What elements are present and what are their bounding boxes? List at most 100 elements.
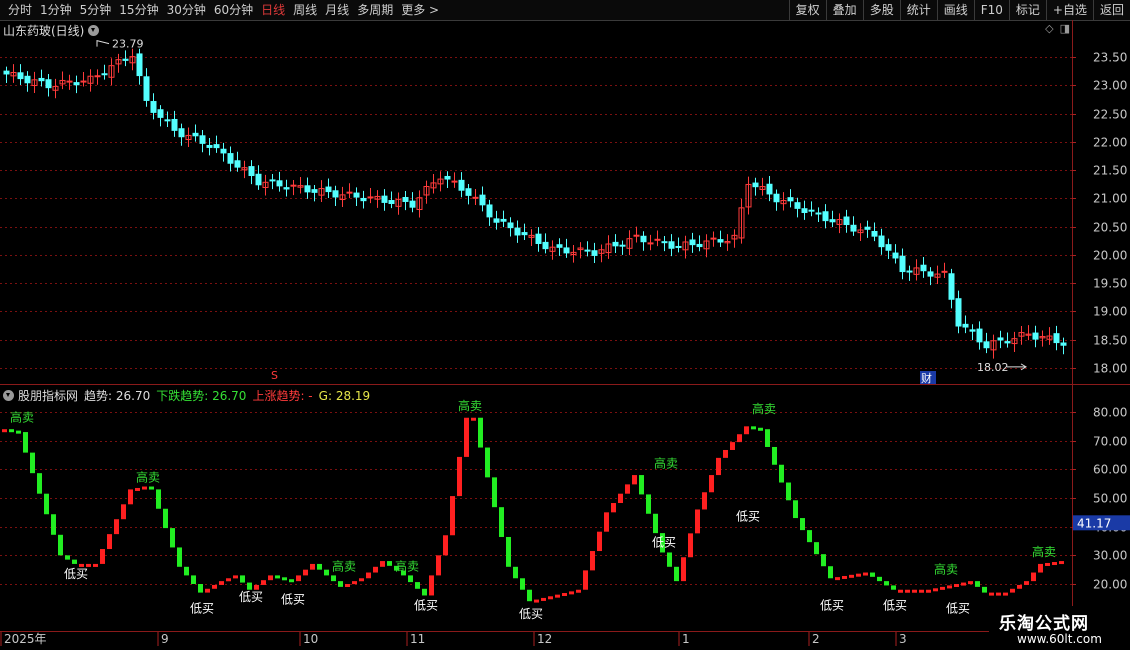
toolbar-button[interactable]: 画线	[936, 0, 974, 20]
candle-body	[1053, 333, 1060, 344]
oscillator-bar	[947, 585, 952, 589]
oscillator-bar	[457, 456, 462, 497]
date-tick-label: 3	[899, 632, 907, 646]
osc-tick-label: 50.00	[1093, 492, 1127, 506]
period-tab[interactable]: 周线	[289, 0, 321, 20]
oscillator-bar	[352, 581, 357, 585]
candle-body	[129, 56, 136, 64]
oscillator-bar	[814, 542, 819, 555]
candle-body	[45, 79, 52, 89]
oscillator-bar	[429, 575, 434, 596]
period-tab[interactable]: 更多 >	[397, 0, 443, 20]
osc-tick-label: 30.00	[1093, 549, 1127, 563]
period-tab[interactable]: 30分钟	[163, 0, 210, 20]
axes: 23.50 23.00 22.50 22.00 21.50 21.00 20.50 20.00…	[0, 20, 1130, 646]
toolbar-button[interactable]: 叠加	[825, 0, 863, 20]
price-tick-label: 19.50	[1093, 277, 1127, 291]
toolbar-button[interactable]: 复权	[788, 0, 826, 20]
candle-body	[87, 75, 94, 84]
oscillator-bar	[632, 475, 637, 485]
period-tab[interactable]: 分时	[4, 0, 36, 20]
candle-body	[276, 180, 283, 187]
candle-body	[353, 192, 360, 198]
candlestick	[227, 146, 234, 172]
oscillator-bar	[891, 585, 896, 590]
toolbar-button[interactable]: 多股	[862, 0, 900, 20]
date-tick-label: 12	[537, 632, 552, 646]
candlestick	[717, 230, 724, 247]
candle-body	[171, 118, 178, 131]
oscillator-bar	[835, 577, 840, 581]
candle-body	[717, 239, 724, 243]
period-tab[interactable]: 月线	[321, 0, 353, 20]
candlestick	[367, 187, 374, 204]
candle-body	[199, 135, 206, 144]
candlestick	[353, 187, 360, 206]
candlestick	[696, 235, 703, 252]
candlestick	[948, 268, 955, 309]
period-tab[interactable]: 1分钟	[36, 0, 76, 20]
period-tab[interactable]: 5分钟	[76, 0, 116, 20]
candle-body	[248, 166, 255, 177]
buy-signal-label: 低买	[652, 535, 676, 549]
oscillator-bar	[93, 563, 98, 567]
indicator-name[interactable]: 股朋指标网	[18, 387, 78, 404]
period-tab[interactable]: 15分钟	[115, 0, 162, 20]
oscillator-bar	[674, 566, 679, 582]
oscillator-bar	[765, 429, 770, 447]
candle-body	[808, 209, 815, 212]
toolbar-button[interactable]: 返回	[1092, 0, 1130, 20]
dropdown-icon[interactable]	[88, 25, 100, 36]
candlestick	[73, 75, 80, 94]
candle-body	[304, 185, 311, 193]
oscillator-bar	[72, 559, 77, 564]
date-tick-label: 10	[303, 632, 318, 646]
period-tab[interactable]: 日线	[257, 0, 289, 20]
candlestick	[752, 177, 759, 196]
oscillator-bar	[709, 475, 714, 493]
panel-toggle-icon[interactable]: ◨	[1060, 22, 1070, 35]
diamond-icon[interactable]: ◇	[1045, 22, 1053, 35]
candlestick	[899, 248, 906, 280]
oscillator-bar	[394, 565, 399, 571]
candlestick	[59, 71, 66, 90]
candlestick	[325, 178, 332, 199]
candlestick	[374, 190, 381, 208]
candle-body	[1018, 332, 1025, 337]
oscillator-bar	[226, 578, 231, 582]
candle-body	[255, 173, 262, 186]
buy-signal-label: 低买	[883, 598, 907, 612]
candlestick	[808, 201, 815, 217]
candle-body	[360, 197, 367, 202]
period-tab[interactable]: 多周期	[353, 0, 397, 20]
candlestick	[759, 177, 766, 196]
candlestick	[892, 244, 899, 264]
oscillator-bar	[100, 549, 105, 564]
toolbar-button[interactable]: 标记	[1008, 0, 1046, 20]
candlestick	[241, 160, 248, 179]
candle-body	[318, 188, 325, 196]
buy-signal-label: 低买	[281, 593, 305, 607]
oscillator-bar	[156, 489, 161, 509]
oscillator-bar	[996, 592, 1001, 596]
candlestick	[927, 267, 934, 286]
toolbar-button[interactable]: +自选	[1045, 0, 1093, 20]
candlestick	[185, 127, 192, 147]
price-tick-label: 22.00	[1093, 136, 1127, 150]
candle-body	[388, 200, 395, 204]
candle-body	[10, 71, 17, 77]
period-tab[interactable]: 60分钟	[210, 0, 257, 20]
candle-body	[325, 186, 332, 193]
date-tick-label: 2	[812, 632, 820, 646]
dropdown-icon[interactable]	[3, 390, 14, 401]
oscillator-bar	[786, 482, 791, 501]
toolbar-button[interactable]: 统计	[899, 0, 937, 20]
toolbar-button[interactable]: F10	[973, 0, 1009, 20]
candle-body	[990, 340, 997, 351]
oscillator-bar	[499, 507, 504, 537]
candlestick	[80, 72, 87, 87]
candlestick	[10, 64, 17, 83]
candle-body	[192, 132, 199, 137]
candlestick	[787, 189, 794, 208]
oscillator-bar	[863, 572, 868, 576]
